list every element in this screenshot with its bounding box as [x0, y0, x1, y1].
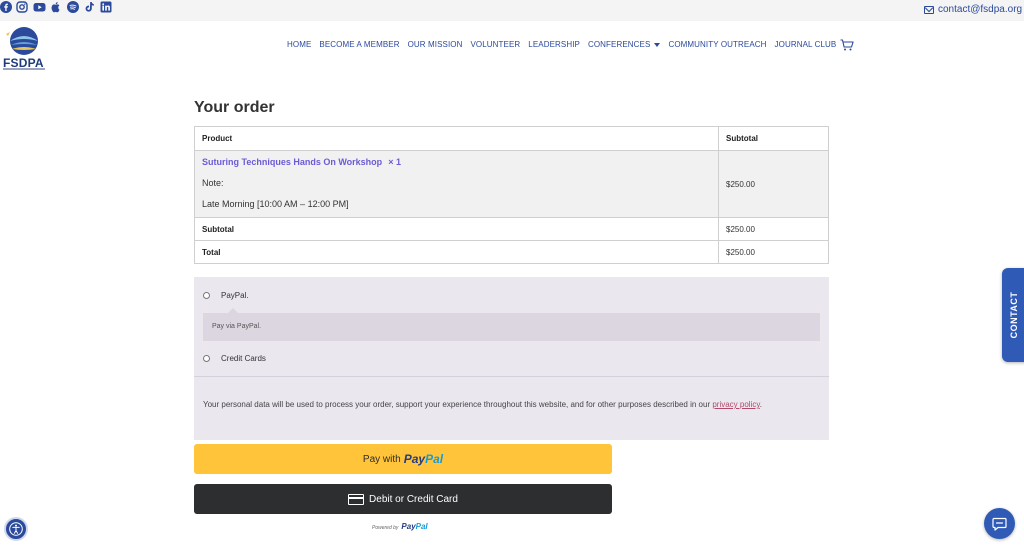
product-quantity: × 1: [388, 157, 401, 167]
payment-option-credit-cards[interactable]: Credit Cards: [203, 354, 266, 363]
product-name-link[interactable]: Suturing Techniques Hands On Workshop: [202, 157, 382, 167]
product-cell: Suturing Techniques Hands On Workshop × 1…: [194, 150, 719, 218]
total-label: Total: [194, 240, 719, 264]
accessibility-button[interactable]: [4, 517, 28, 541]
product-time-slot: Late Morning [10:00 AM – 12:00 PM]: [202, 199, 349, 209]
envelope-icon: [924, 5, 934, 14]
paypal-checkout-button[interactable]: Pay with PayPal: [194, 444, 612, 474]
privacy-notice: Your personal data will be used to proce…: [203, 398, 813, 412]
table-row: Total $250.00: [194, 240, 829, 264]
nav-leadership[interactable]: LEADERSHIP: [528, 40, 580, 49]
cart-icon[interactable]: [840, 38, 854, 51]
paypal-logo: PayPal: [403, 452, 444, 466]
privacy-policy-link[interactable]: privacy policy: [712, 400, 759, 409]
table-header-row: Product Subtotal: [194, 126, 829, 151]
contact-email-text: contact@fsdpa.org: [938, 4, 1023, 15]
nav-home[interactable]: HOME: [287, 40, 311, 49]
social-links: [0, 0, 1024, 18]
paypal-logo-small: PayPal: [401, 522, 428, 531]
product-price: $250.00: [718, 150, 829, 218]
powered-by-label: Powered by: [372, 525, 399, 531]
nav-volunteer[interactable]: VOLUNTEER: [470, 40, 520, 49]
table-row: Suturing Techniques Hands On Workshop × 1…: [194, 150, 829, 218]
paypal-option-label: PayPal.: [221, 291, 249, 300]
contact-tab-label: CONTACT: [1009, 291, 1019, 339]
paypal-radio[interactable]: [203, 292, 210, 299]
privacy-end: .: [759, 400, 762, 409]
credit-card-option-label: Credit Cards: [221, 354, 266, 363]
payment-methods: PayPal. Pay via PayPal. Credit Cards You…: [194, 277, 829, 440]
nav-journal-club[interactable]: JOURNAL CLUB: [775, 40, 837, 49]
pay-with-label: Pay with: [362, 453, 401, 465]
nav-become-member[interactable]: BECOME A MEMBER: [319, 40, 399, 49]
contact-side-tab[interactable]: CONTACT: [1002, 268, 1024, 362]
credit-card-radio[interactable]: [203, 355, 210, 362]
divider: [194, 376, 829, 377]
top-bar: contact@fsdpa.org: [0, 0, 1024, 21]
table-row: Subtotal $250.00: [194, 217, 829, 241]
subtotal-label: Subtotal: [194, 217, 719, 241]
order-table: Product Subtotal Suturing Techniques Han…: [194, 126, 829, 264]
tiktok-icon[interactable]: [83, 0, 99, 17]
instagram-icon[interactable]: [16, 0, 32, 17]
powered-by-paypal: Powered by PayPal: [372, 522, 428, 531]
card-button-label: Debit or Credit Card: [369, 493, 458, 505]
privacy-text: Your personal data will be used to proce…: [203, 400, 713, 409]
total-value: $250.00: [718, 240, 829, 264]
chevron-down-icon: [654, 42, 661, 47]
subtotal-value: $250.00: [718, 217, 829, 241]
page-title: Your order: [194, 99, 275, 116]
chat-button[interactable]: [984, 508, 1015, 539]
nav-our-mission[interactable]: OUR MISSION: [408, 40, 463, 49]
credit-card-icon: [348, 493, 365, 505]
apple-icon[interactable]: [50, 0, 66, 17]
logo-tagline: [3, 68, 45, 70]
product-note-label: Note:: [202, 178, 224, 188]
contact-email-link[interactable]: contact@fsdpa.org: [924, 4, 1022, 15]
chat-icon: [992, 517, 1007, 531]
linkedin-icon[interactable]: [100, 0, 112, 17]
nav-conferences-label: CONFERENCES: [587, 40, 651, 49]
spotify-icon[interactable]: [66, 0, 83, 17]
payment-option-paypal[interactable]: PayPal.: [203, 291, 249, 300]
paypal-description: Pay via PayPal.: [203, 308, 820, 341]
nav-community-outreach[interactable]: COMMUNITY OUTREACH: [668, 40, 766, 49]
column-header-subtotal: Subtotal: [718, 126, 829, 151]
nav-conferences[interactable]: CONFERENCES: [587, 40, 661, 49]
main-nav: HOME BECOME A MEMBER OUR MISSION VOLUNTE…: [287, 40, 844, 49]
column-header-product: Product: [194, 126, 719, 151]
debit-credit-card-button[interactable]: Debit or Credit Card: [194, 484, 612, 514]
youtube-icon[interactable]: [33, 0, 50, 17]
accessibility-icon: [9, 522, 23, 536]
facebook-icon[interactable]: [0, 0, 16, 17]
